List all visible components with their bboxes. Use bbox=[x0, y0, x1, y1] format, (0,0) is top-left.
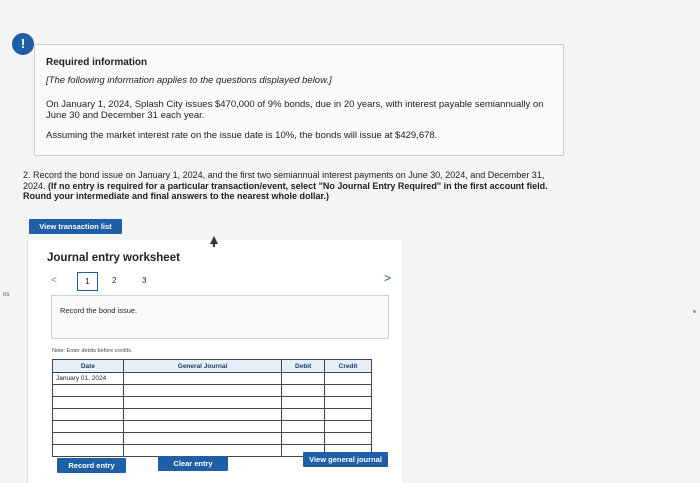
next-page-icon[interactable]: > bbox=[384, 271, 391, 285]
prev-page-icon[interactable]: < bbox=[51, 275, 57, 286]
debit-cell[interactable] bbox=[281, 420, 326, 433]
credit-cell[interactable] bbox=[324, 372, 372, 385]
credit-cell[interactable] bbox=[324, 384, 372, 397]
debit-cell[interactable] bbox=[281, 372, 326, 385]
date-cell bbox=[52, 444, 124, 457]
date-cell bbox=[52, 396, 124, 409]
header-credit: Credit bbox=[324, 359, 372, 373]
debit-cell[interactable] bbox=[281, 396, 326, 409]
page-tab-2[interactable]: 2 bbox=[112, 276, 116, 285]
account-cell[interactable] bbox=[122, 420, 283, 433]
date-cell bbox=[52, 432, 124, 445]
credit-cell[interactable] bbox=[324, 408, 372, 421]
account-cell[interactable] bbox=[122, 432, 283, 445]
debit-cell[interactable] bbox=[281, 384, 326, 397]
record-instruction-text: Record the bond issue. bbox=[60, 306, 138, 315]
account-cell[interactable] bbox=[122, 408, 283, 421]
header-debit: Debit bbox=[281, 359, 326, 373]
credit-cell[interactable] bbox=[324, 420, 372, 433]
info-note: [The following information applies to th… bbox=[46, 75, 332, 86]
table-row bbox=[52, 384, 372, 397]
date-cell bbox=[52, 408, 124, 421]
table-header-row: Date General Journal Debit Credit bbox=[52, 359, 372, 373]
journal-table: Date General Journal Debit Credit Januar… bbox=[52, 359, 372, 457]
account-cell[interactable] bbox=[122, 372, 283, 385]
table-row bbox=[52, 432, 372, 445]
account-cell[interactable] bbox=[122, 384, 283, 397]
debit-cell[interactable] bbox=[281, 408, 326, 421]
table-row: January 01, 2024 bbox=[52, 372, 372, 385]
header-date: Date bbox=[52, 359, 124, 373]
clear-entry-button[interactable]: Clear entry bbox=[158, 456, 228, 471]
debit-cell[interactable] bbox=[281, 432, 326, 445]
date-cell bbox=[52, 384, 124, 397]
header-general-journal: General Journal bbox=[122, 359, 283, 373]
info-title: Required information bbox=[46, 57, 148, 68]
alert-icon: ! bbox=[12, 33, 34, 55]
table-row bbox=[52, 396, 372, 409]
table-row bbox=[52, 420, 372, 433]
required-information-box: Required information [The following info… bbox=[34, 44, 564, 156]
scroll-dot bbox=[693, 310, 696, 313]
debits-before-credits-note: Note: Enter debits before credits. bbox=[52, 348, 133, 354]
credit-cell[interactable] bbox=[324, 432, 372, 445]
date-cell bbox=[52, 420, 124, 433]
account-cell[interactable] bbox=[122, 396, 283, 409]
page-tab-1[interactable]: 1 bbox=[77, 272, 98, 291]
date-cell[interactable]: January 01, 2024 bbox=[52, 372, 124, 385]
table-row bbox=[52, 408, 372, 421]
question-instruction: (If no entry is required for a particula… bbox=[23, 180, 548, 202]
account-cell[interactable] bbox=[122, 444, 283, 457]
view-general-journal-button[interactable]: View general journal bbox=[303, 452, 388, 467]
info-paragraph-1: On January 1, 2024, Splash City issues $… bbox=[46, 99, 544, 121]
credit-cell[interactable] bbox=[324, 396, 372, 409]
page-tab-3[interactable]: 3 bbox=[142, 276, 146, 285]
record-instruction-box: Record the bond issue. bbox=[51, 295, 389, 339]
info-paragraph-2: Assuming the market interest rate on the… bbox=[46, 130, 438, 141]
view-transaction-list-button[interactable]: View transaction list bbox=[29, 219, 122, 234]
mouse-cursor-stem bbox=[213, 243, 215, 247]
worksheet-title: Journal entry worksheet bbox=[47, 252, 180, 264]
edge-mark: ns bbox=[3, 292, 10, 298]
record-entry-button[interactable]: Record entry bbox=[57, 458, 126, 473]
question-text: 2. Record the bond issue on January 1, 2… bbox=[23, 170, 563, 202]
